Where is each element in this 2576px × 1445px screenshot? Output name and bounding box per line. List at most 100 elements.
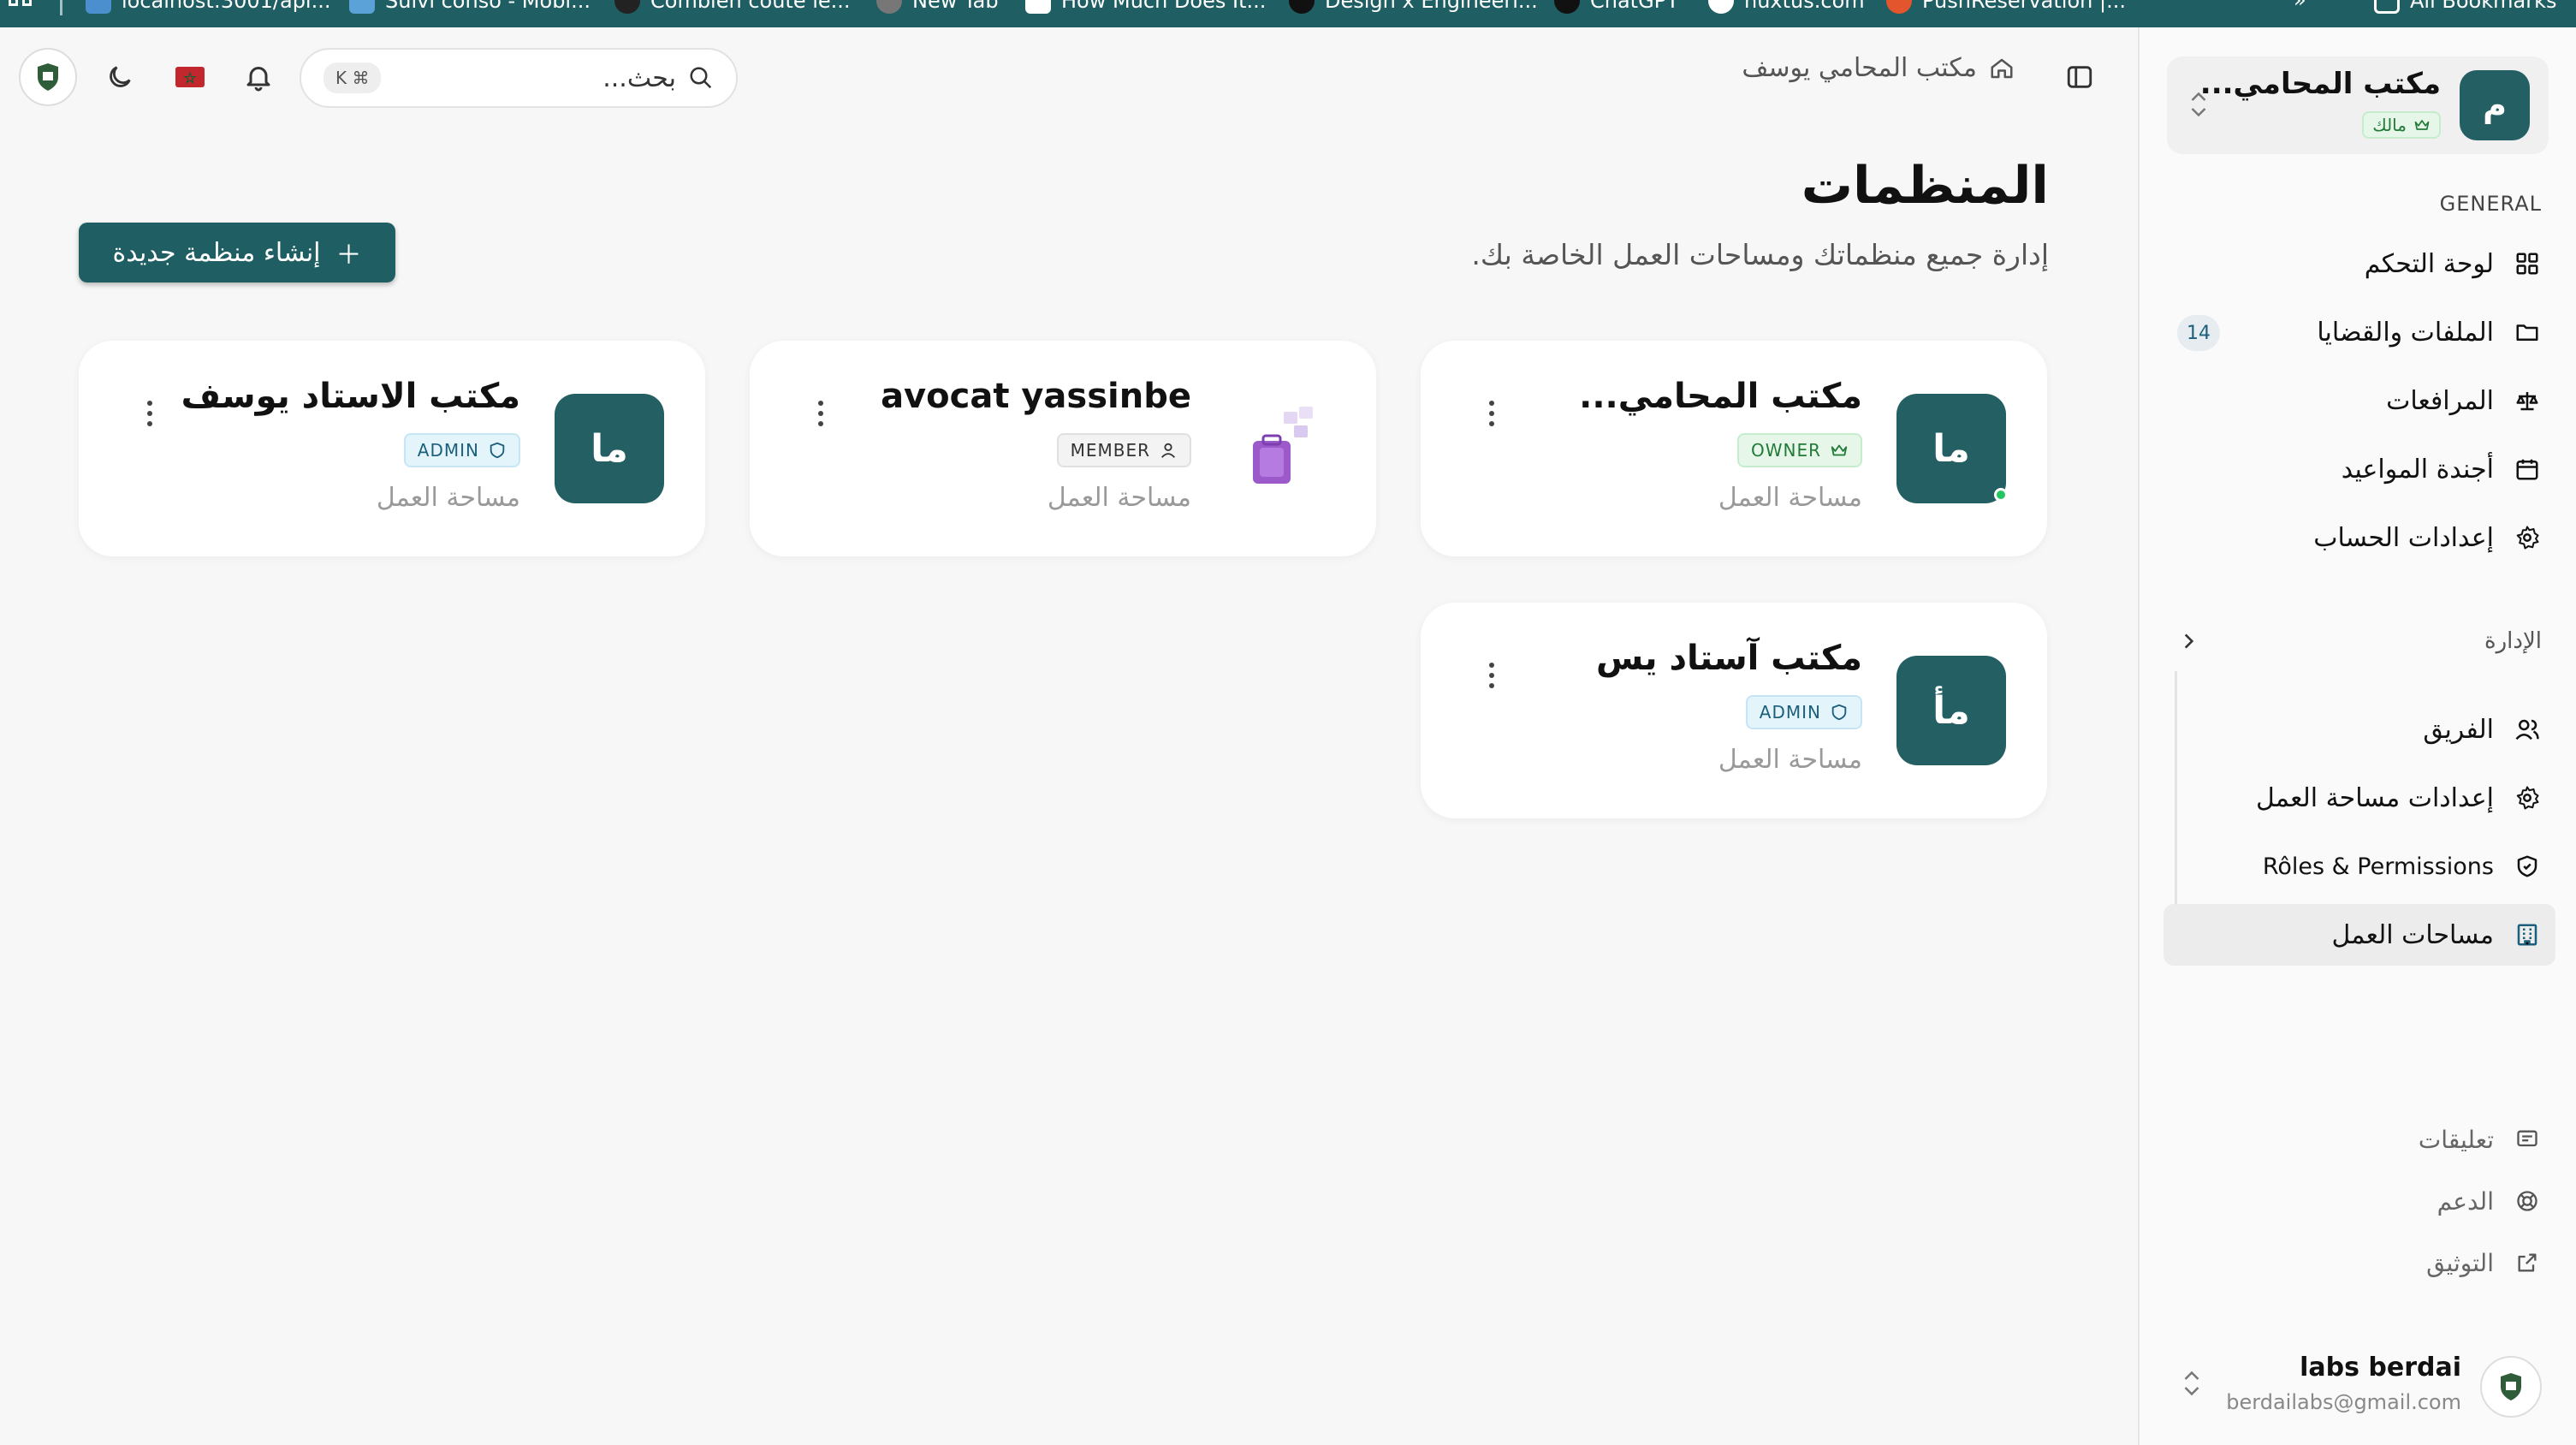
admin-section-toggle[interactable]: الإدارة — [2165, 620, 2542, 663]
workspace-avatar: م — [2460, 70, 2530, 140]
scale-icon — [2513, 386, 2542, 415]
bookmark-item[interactable]: PushReservation |... — [1886, 0, 2126, 14]
all-bookmarks[interactable]: All Bookmarks — [2374, 0, 2556, 14]
chevrons-up-down-icon — [2184, 1371, 2199, 1396]
moon-icon — [110, 66, 131, 87]
sidebar-item-feedback[interactable]: تعليقات — [2419, 1125, 2542, 1154]
bookmark-item[interactable]: New Tab — [876, 0, 999, 14]
morocco-flag-icon — [175, 67, 205, 87]
organization-name: مكتب المحامي... — [1579, 377, 1862, 416]
bookmark-favicon-icon — [1289, 0, 1315, 14]
sidebar-item-team[interactable]: الفريق — [2163, 699, 2555, 760]
general-section-label: GENERAL — [2439, 192, 2542, 216]
role-badge: ADMIN — [1745, 695, 1862, 729]
briefcase-illustration-icon — [1253, 407, 1313, 484]
organization-avatar — [1226, 394, 1335, 503]
top-bar: ⌘ K مكتب المحامي يوسف — [0, 27, 2138, 123]
bookmarks-bar: localhost:3001/api... Suivi conso - Mobi… — [0, 0, 2576, 27]
organization-name: مكتب الاستاد يوسف — [181, 377, 520, 416]
organization-name: مكتب آستاد يس — [1595, 639, 1862, 678]
message-icon — [2513, 1125, 2542, 1154]
breadcrumb: مكتب المحامي يوسف — [1742, 53, 2015, 83]
more-options-icon[interactable] — [1479, 654, 1505, 697]
user-email: berdailabs@gmail.com — [2226, 1390, 2461, 1414]
user-menu[interactable]: labs berdai berdailabs@gmail.com — [2162, 1341, 2555, 1426]
lifebuoy-icon — [2513, 1186, 2542, 1216]
sidebar-item-workspaces[interactable]: مساحات العمل — [2163, 904, 2555, 966]
bookmark-favicon-icon — [1708, 0, 1734, 14]
organization-name: avocat yassinbe — [881, 377, 1191, 416]
logo-icon — [38, 63, 58, 91]
search-shortcut: ⌘ K — [323, 62, 382, 93]
home-icon[interactable] — [1989, 56, 2015, 81]
sidebar-item-calendar[interactable]: أجندة المواعيد — [2163, 438, 2555, 500]
bookmarks-overflow-icon[interactable]: » — [2294, 0, 2306, 12]
sidebar-item-account-settings[interactable]: إعدادات الحساب — [2163, 507, 2555, 568]
crown-icon — [1831, 444, 1848, 456]
sidebar-toggle-button[interactable] — [2056, 53, 2104, 101]
user-avatar[interactable] — [19, 48, 77, 106]
sidebar-item-workspace-settings[interactable]: إعدادات مساحة العمل — [2163, 767, 2555, 829]
role-badge: ADMIN — [403, 433, 520, 467]
external-link-icon — [2513, 1248, 2542, 1277]
gear-icon — [2513, 783, 2542, 812]
bookmark-favicon-icon — [86, 0, 111, 14]
organization-card[interactable]: ما مكتب المحامي... OWNER مساحة العمل — [1421, 341, 2047, 556]
bookmark-item[interactable]: nuxtus.com — [1708, 0, 1865, 14]
workspace-name: مكتب المحامي... — [2199, 67, 2441, 101]
bookmark-favicon-icon — [1886, 0, 1912, 14]
search-box[interactable]: ⌘ K — [300, 48, 738, 108]
sidebar-item-dashboard[interactable]: لوحة التحكم — [2163, 233, 2555, 294]
breadcrumb-current: مكتب المحامي يوسف — [1742, 53, 1977, 83]
user-icon — [1160, 443, 1176, 458]
bookmark-favicon-icon — [1025, 0, 1051, 14]
bookmark-item[interactable]: Suivi conso - Mobi... — [349, 0, 591, 14]
bookmarks-divider — [60, 0, 62, 15]
bookmark-item[interactable]: Design x Engineeri... — [1289, 0, 1538, 14]
sidebar-item-cases[interactable]: الملفات والقضايا 14 — [2163, 301, 2555, 363]
organization-type: مساحة العمل — [376, 483, 520, 513]
workspace-switcher[interactable]: م مكتب المحامي... مالك — [2167, 56, 2549, 154]
bookmark-favicon-icon — [1554, 0, 1580, 14]
apps-grid-icon[interactable] — [9, 0, 34, 12]
more-options-icon[interactable] — [137, 392, 163, 435]
bookmark-item[interactable]: How Much Does It... — [1025, 0, 1266, 14]
organization-card[interactable]: avocat yassinbe MEMBER مساحة العمل — [750, 341, 1376, 556]
sidebar-item-support[interactable]: الدعم — [2437, 1186, 2542, 1216]
bookmark-item[interactable]: Combien coûte le... — [614, 0, 851, 14]
shield-icon — [1831, 704, 1847, 721]
cases-count-badge: 14 — [2177, 315, 2220, 351]
more-options-icon[interactable] — [808, 392, 834, 435]
plus-icon: ＋ — [335, 241, 362, 271]
organization-type: مساحة العمل — [1718, 483, 1862, 513]
main-content: ⌘ K مكتب المحامي يوسف المنظمات إدارة جمي… — [0, 27, 2138, 1445]
bookmark-item[interactable]: localhost:3001/api... — [86, 0, 330, 14]
organization-type: مساحة العمل — [1047, 483, 1191, 513]
organization-card[interactable]: مأ مكتب آستاد يس ADMIN مساحة العمل — [1421, 603, 2047, 818]
search-input[interactable] — [419, 62, 676, 93]
folder-icon — [2374, 0, 2400, 14]
organization-card[interactable]: ما مكتب الاستاد يوسف ADMIN مساحة العمل — [79, 341, 705, 556]
role-badge: OWNER — [1736, 433, 1862, 467]
panel-icon — [2067, 66, 2092, 88]
bookmark-item[interactable]: ChatGPT — [1554, 0, 1679, 14]
gear-icon — [2513, 523, 2542, 552]
bookmark-favicon-icon — [614, 0, 640, 14]
language-button[interactable] — [166, 53, 214, 101]
create-organization-button[interactable]: ＋ إنشاء منظمة جديدة — [79, 223, 395, 282]
user-name: labs berdai — [2300, 1353, 2461, 1383]
logo-icon — [2501, 1373, 2521, 1400]
more-options-icon[interactable] — [1479, 392, 1505, 435]
theme-toggle-button[interactable] — [96, 53, 144, 101]
online-indicator — [1994, 488, 2008, 502]
sidebar-item-docs[interactable]: التوثيق — [2426, 1248, 2542, 1277]
notifications-button[interactable] — [234, 53, 282, 101]
page-title: المنظمات — [1801, 156, 2049, 216]
sidebar-item-pleadings[interactable]: المرافعات — [2163, 370, 2555, 431]
grid-icon — [2513, 249, 2542, 278]
sidebar-item-roles-permissions[interactable]: Rôles & Permissions — [2163, 835, 2555, 897]
page-subtitle: إدارة جميع منظماتك ومساحات العمل الخاصة … — [1471, 238, 2049, 271]
building-icon — [2513, 920, 2542, 949]
crown-icon — [2414, 120, 2430, 130]
bookmark-favicon-icon — [876, 0, 902, 14]
